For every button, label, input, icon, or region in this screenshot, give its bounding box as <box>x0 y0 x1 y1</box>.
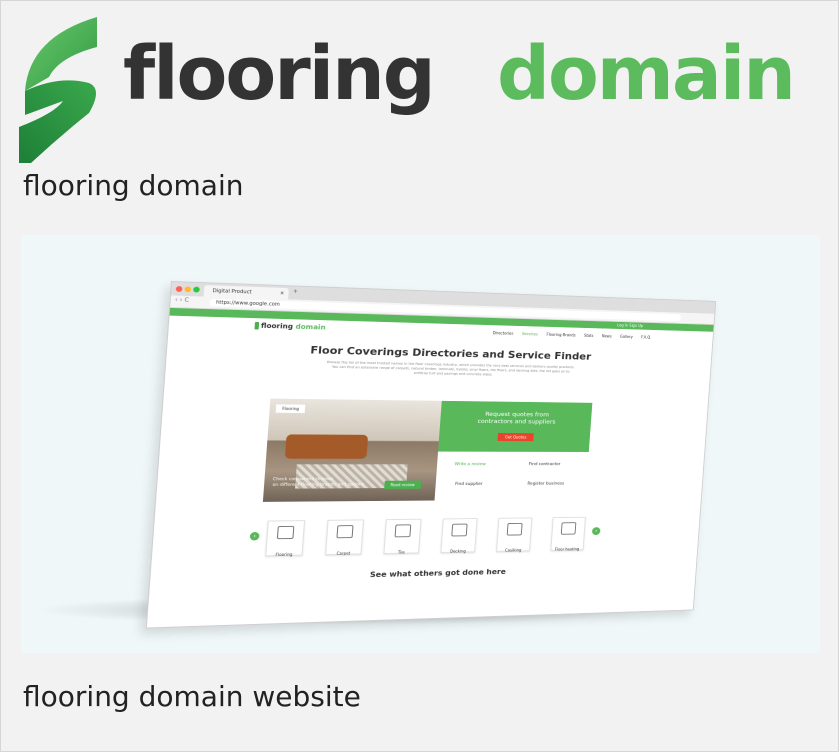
menu-item-flooring-brands: Flooring Brands <box>546 332 576 338</box>
menu-item-services: Services <box>521 331 539 337</box>
carpet-icon <box>336 525 354 539</box>
next-arrow-icon: › <box>591 527 601 536</box>
tab-title: Digital Product <box>212 288 252 296</box>
action-links: Write a review Find contractor Find supp… <box>434 451 589 501</box>
category-label: Flooring <box>275 551 293 557</box>
brand-logo: flooring domain <box>19 15 829 165</box>
category-label: Decking <box>449 548 466 554</box>
logo-caption: flooring domain <box>23 169 244 202</box>
site-logo: flooring domain <box>254 321 326 332</box>
sofa-shape <box>284 434 369 459</box>
category-decking: Decking <box>440 518 478 554</box>
write-review-link: Write a review <box>454 462 486 467</box>
site-menu: Directories Services Flooring Brands Sta… <box>485 330 652 340</box>
category-row: ‹ Flooring Carpet Tile Decking Caulking … <box>248 516 620 558</box>
category-label: Carpet <box>336 550 351 556</box>
living-room-photo: Flooring Check consumers reviews on diff… <box>262 398 442 502</box>
logo-word-flooring: flooring <box>123 31 436 117</box>
find-contractor-link: Find contractor <box>528 462 561 467</box>
image-caption: flooring domain website <box>23 680 361 713</box>
photo-text: Check consumers reviews on different flo… <box>272 477 364 489</box>
menu-item-news: News <box>601 333 612 339</box>
floor-heating-icon <box>560 522 577 535</box>
category-label: Caulking <box>504 547 522 553</box>
browser-nav-icons: ‹ › C <box>174 296 190 304</box>
read-review-button: Read review <box>384 480 421 490</box>
category-caulking: Caulking <box>496 517 533 553</box>
menu-item-directories: Directories <box>492 330 514 336</box>
quote-text: Request quotes from contractors and supp… <box>440 410 592 426</box>
category-tile: Tile <box>383 518 422 555</box>
photo-badge: Flooring <box>275 404 306 414</box>
see-others-heading: See what others got done here <box>369 567 507 579</box>
find-supplier-link: Find supplier <box>454 482 483 487</box>
quote-line2: contractors and suppliers <box>477 417 556 426</box>
prev-arrow-icon: ‹ <box>249 531 260 541</box>
hero-subtitle: Browse the list of the most trusted name… <box>326 360 575 377</box>
site-logo-word1: flooring <box>260 322 294 331</box>
login-links: Log In Sign Up <box>617 322 644 328</box>
menu-item-gallery: Gallery <box>619 334 634 339</box>
card-frame: flooring domain flooring domain Digital … <box>0 0 839 752</box>
site-logo-mark-icon <box>254 321 260 330</box>
category-carpet: Carpet <box>325 519 364 556</box>
minimize-window-icon <box>184 286 192 293</box>
quote-box: Request quotes from contractors and supp… <box>438 400 593 452</box>
category-label: Floor heating <box>554 546 580 552</box>
logo-word-domain: domain <box>497 31 796 117</box>
website-mockup-image: Digital Product × + ‹ › C https://www.go… <box>21 235 820 653</box>
menu-item-faq: F.A.Q. <box>640 334 652 340</box>
photo-text-line2: on different flooring brands and options <box>272 482 365 488</box>
hero-panel: Flooring Check consumers reviews on diff… <box>262 398 593 502</box>
new-tab-icon: + <box>292 288 299 296</box>
category-flooring: Flooring <box>265 520 306 557</box>
tile-icon <box>394 524 412 538</box>
caulking-icon <box>506 522 523 536</box>
maximize-window-icon <box>193 286 200 293</box>
category-label: Tile <box>397 549 405 555</box>
flooring-domain-logo-mark-icon <box>19 17 97 163</box>
category-floor-heating: Floor heating <box>550 516 586 552</box>
decking-icon <box>451 523 468 537</box>
register-business-link: Register business <box>527 481 565 487</box>
get-quotes-button: Get Quotes <box>497 432 535 442</box>
site-logo-word2: domain <box>295 323 326 332</box>
close-window-icon <box>175 285 183 292</box>
menu-item-stats: Stats <box>583 333 594 338</box>
laptop-screen: Digital Product × + ‹ › C https://www.go… <box>145 281 717 629</box>
flooring-icon <box>276 525 295 540</box>
tab-close-icon: × <box>279 290 285 297</box>
